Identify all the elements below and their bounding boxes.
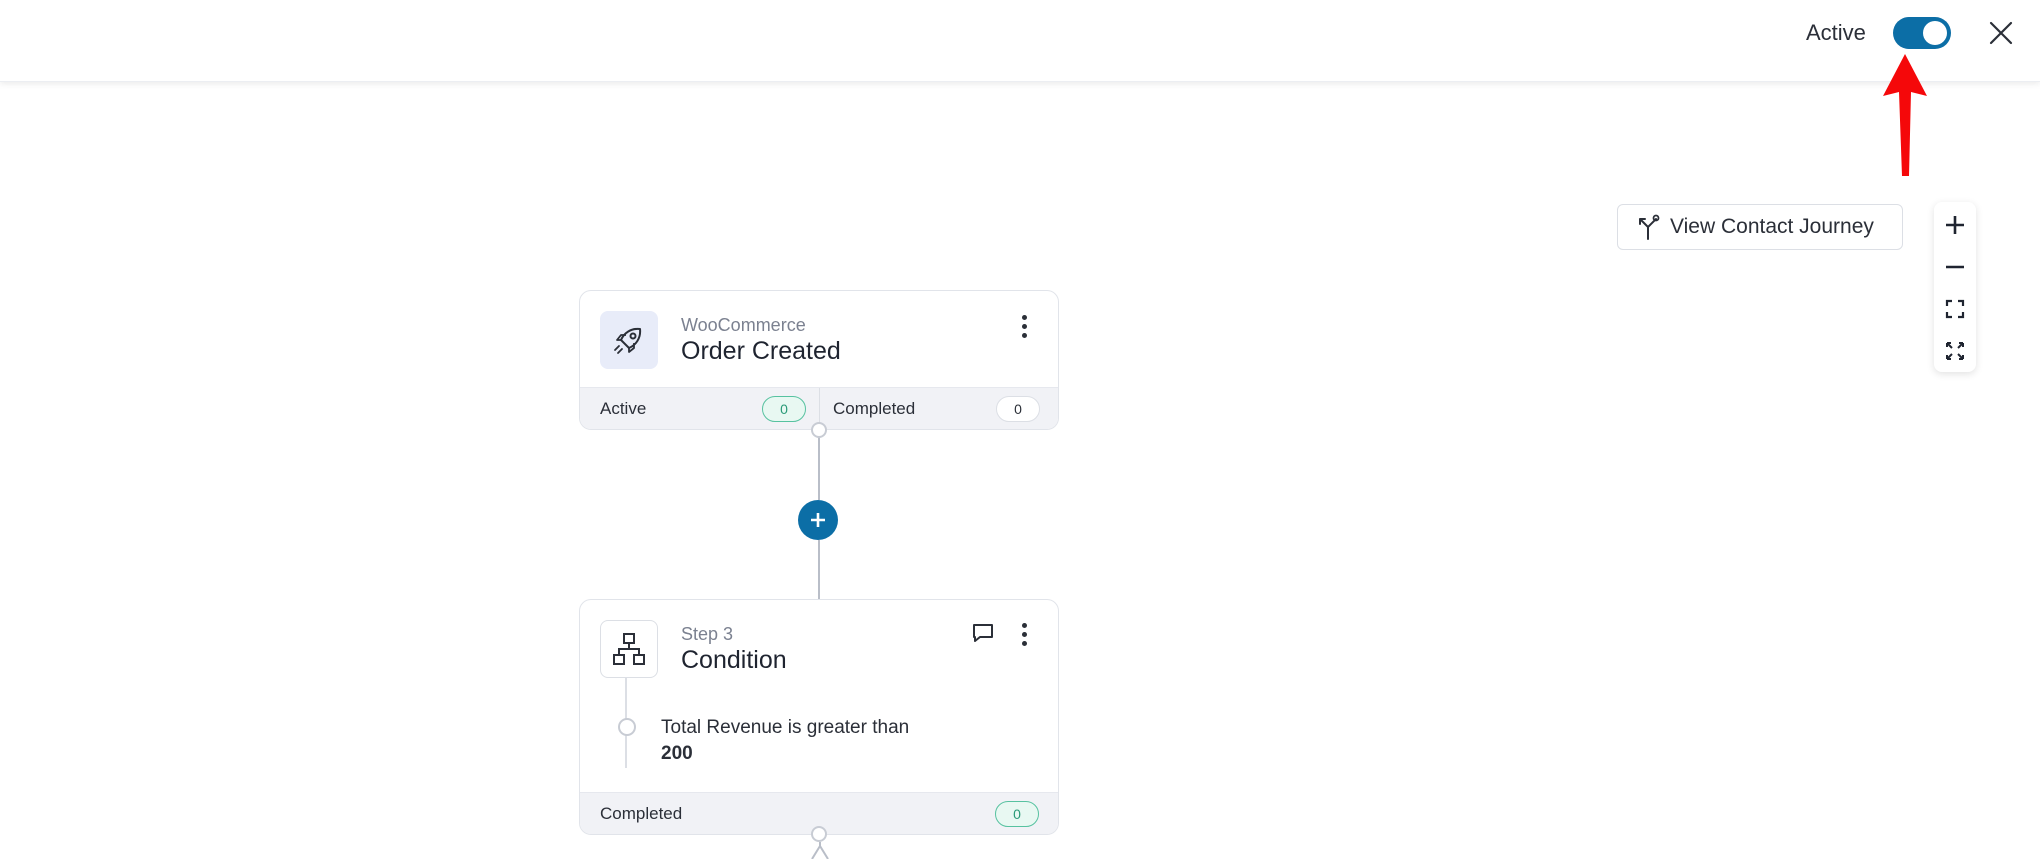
completed-stat-label: Completed <box>600 804 683 823</box>
add-step-button[interactable] <box>798 500 838 540</box>
top-bar: Active <box>0 0 2040 82</box>
active-toggle[interactable] <box>1893 17 1951 49</box>
rocket-icon <box>614 327 642 354</box>
condition-subtitle: Step 3 <box>681 624 734 644</box>
fullscreen-icon <box>1946 342 1964 360</box>
condition-title: Condition <box>681 646 787 674</box>
connector-node <box>811 826 827 842</box>
condition-rule-text: Total Revenue is greater than <box>661 717 910 738</box>
kebab-dot <box>1021 332 1027 338</box>
condition-card[interactable]: Step 3 Condition Total Revenue is greate… <box>579 599 1059 835</box>
completed-count-badge: 0 <box>995 801 1039 827</box>
completed-stat-label: Completed <box>833 399 916 418</box>
view-contact-journey-label: View Contact Journey <box>1670 215 1874 238</box>
trigger-icon-box <box>600 311 658 369</box>
kebab-dot <box>1021 622 1027 628</box>
completed-count-badge: 0 <box>996 396 1040 422</box>
view-contact-journey-button[interactable]: View Contact Journey <box>1617 204 1903 250</box>
kebab-dot <box>1021 323 1027 329</box>
active-stat-label: Active <box>600 399 647 418</box>
close-icon <box>1989 21 2013 45</box>
active-label: Active <box>1806 20 1866 45</box>
toggle-knob <box>1923 21 1947 45</box>
annotation-arrow-icon <box>1883 54 1927 176</box>
comment-icon <box>973 624 993 642</box>
condition-rule-value: 200 <box>661 743 693 764</box>
trigger-title: Order Created <box>681 337 841 365</box>
close-button[interactable] <box>1986 18 2016 48</box>
fullscreen-button[interactable] <box>1934 330 1976 372</box>
connector-node <box>811 422 827 438</box>
connector-line <box>818 430 820 500</box>
connector-line <box>818 540 820 600</box>
kebab-dot <box>1021 314 1027 320</box>
condition-icon-box <box>600 620 658 678</box>
trigger-more-button[interactable] <box>1014 311 1034 341</box>
active-count-badge: 0 <box>762 396 806 422</box>
zoom-controls <box>1934 202 1976 372</box>
branch-icon <box>1639 214 1660 240</box>
fit-view-button[interactable] <box>1934 288 1976 330</box>
rule-node <box>618 718 636 736</box>
plus-icon <box>811 513 825 527</box>
hierarchy-icon <box>613 633 645 665</box>
zoom-in-icon <box>1946 216 1964 234</box>
kebab-dot <box>1021 640 1027 646</box>
zoom-out-button[interactable] <box>1934 246 1976 288</box>
zoom-out-icon <box>1946 265 1964 269</box>
trigger-card[interactable]: WooCommerce Order Created Active 0 Compl… <box>579 290 1059 430</box>
fit-view-icon <box>1945 299 1965 319</box>
branch-split-icon <box>811 842 829 859</box>
kebab-dot <box>1021 631 1027 637</box>
trigger-subtitle: WooCommerce <box>681 315 806 335</box>
condition-more-button[interactable] <box>1014 619 1034 649</box>
zoom-in-button[interactable] <box>1934 204 1976 246</box>
comment-button[interactable] <box>970 620 996 646</box>
